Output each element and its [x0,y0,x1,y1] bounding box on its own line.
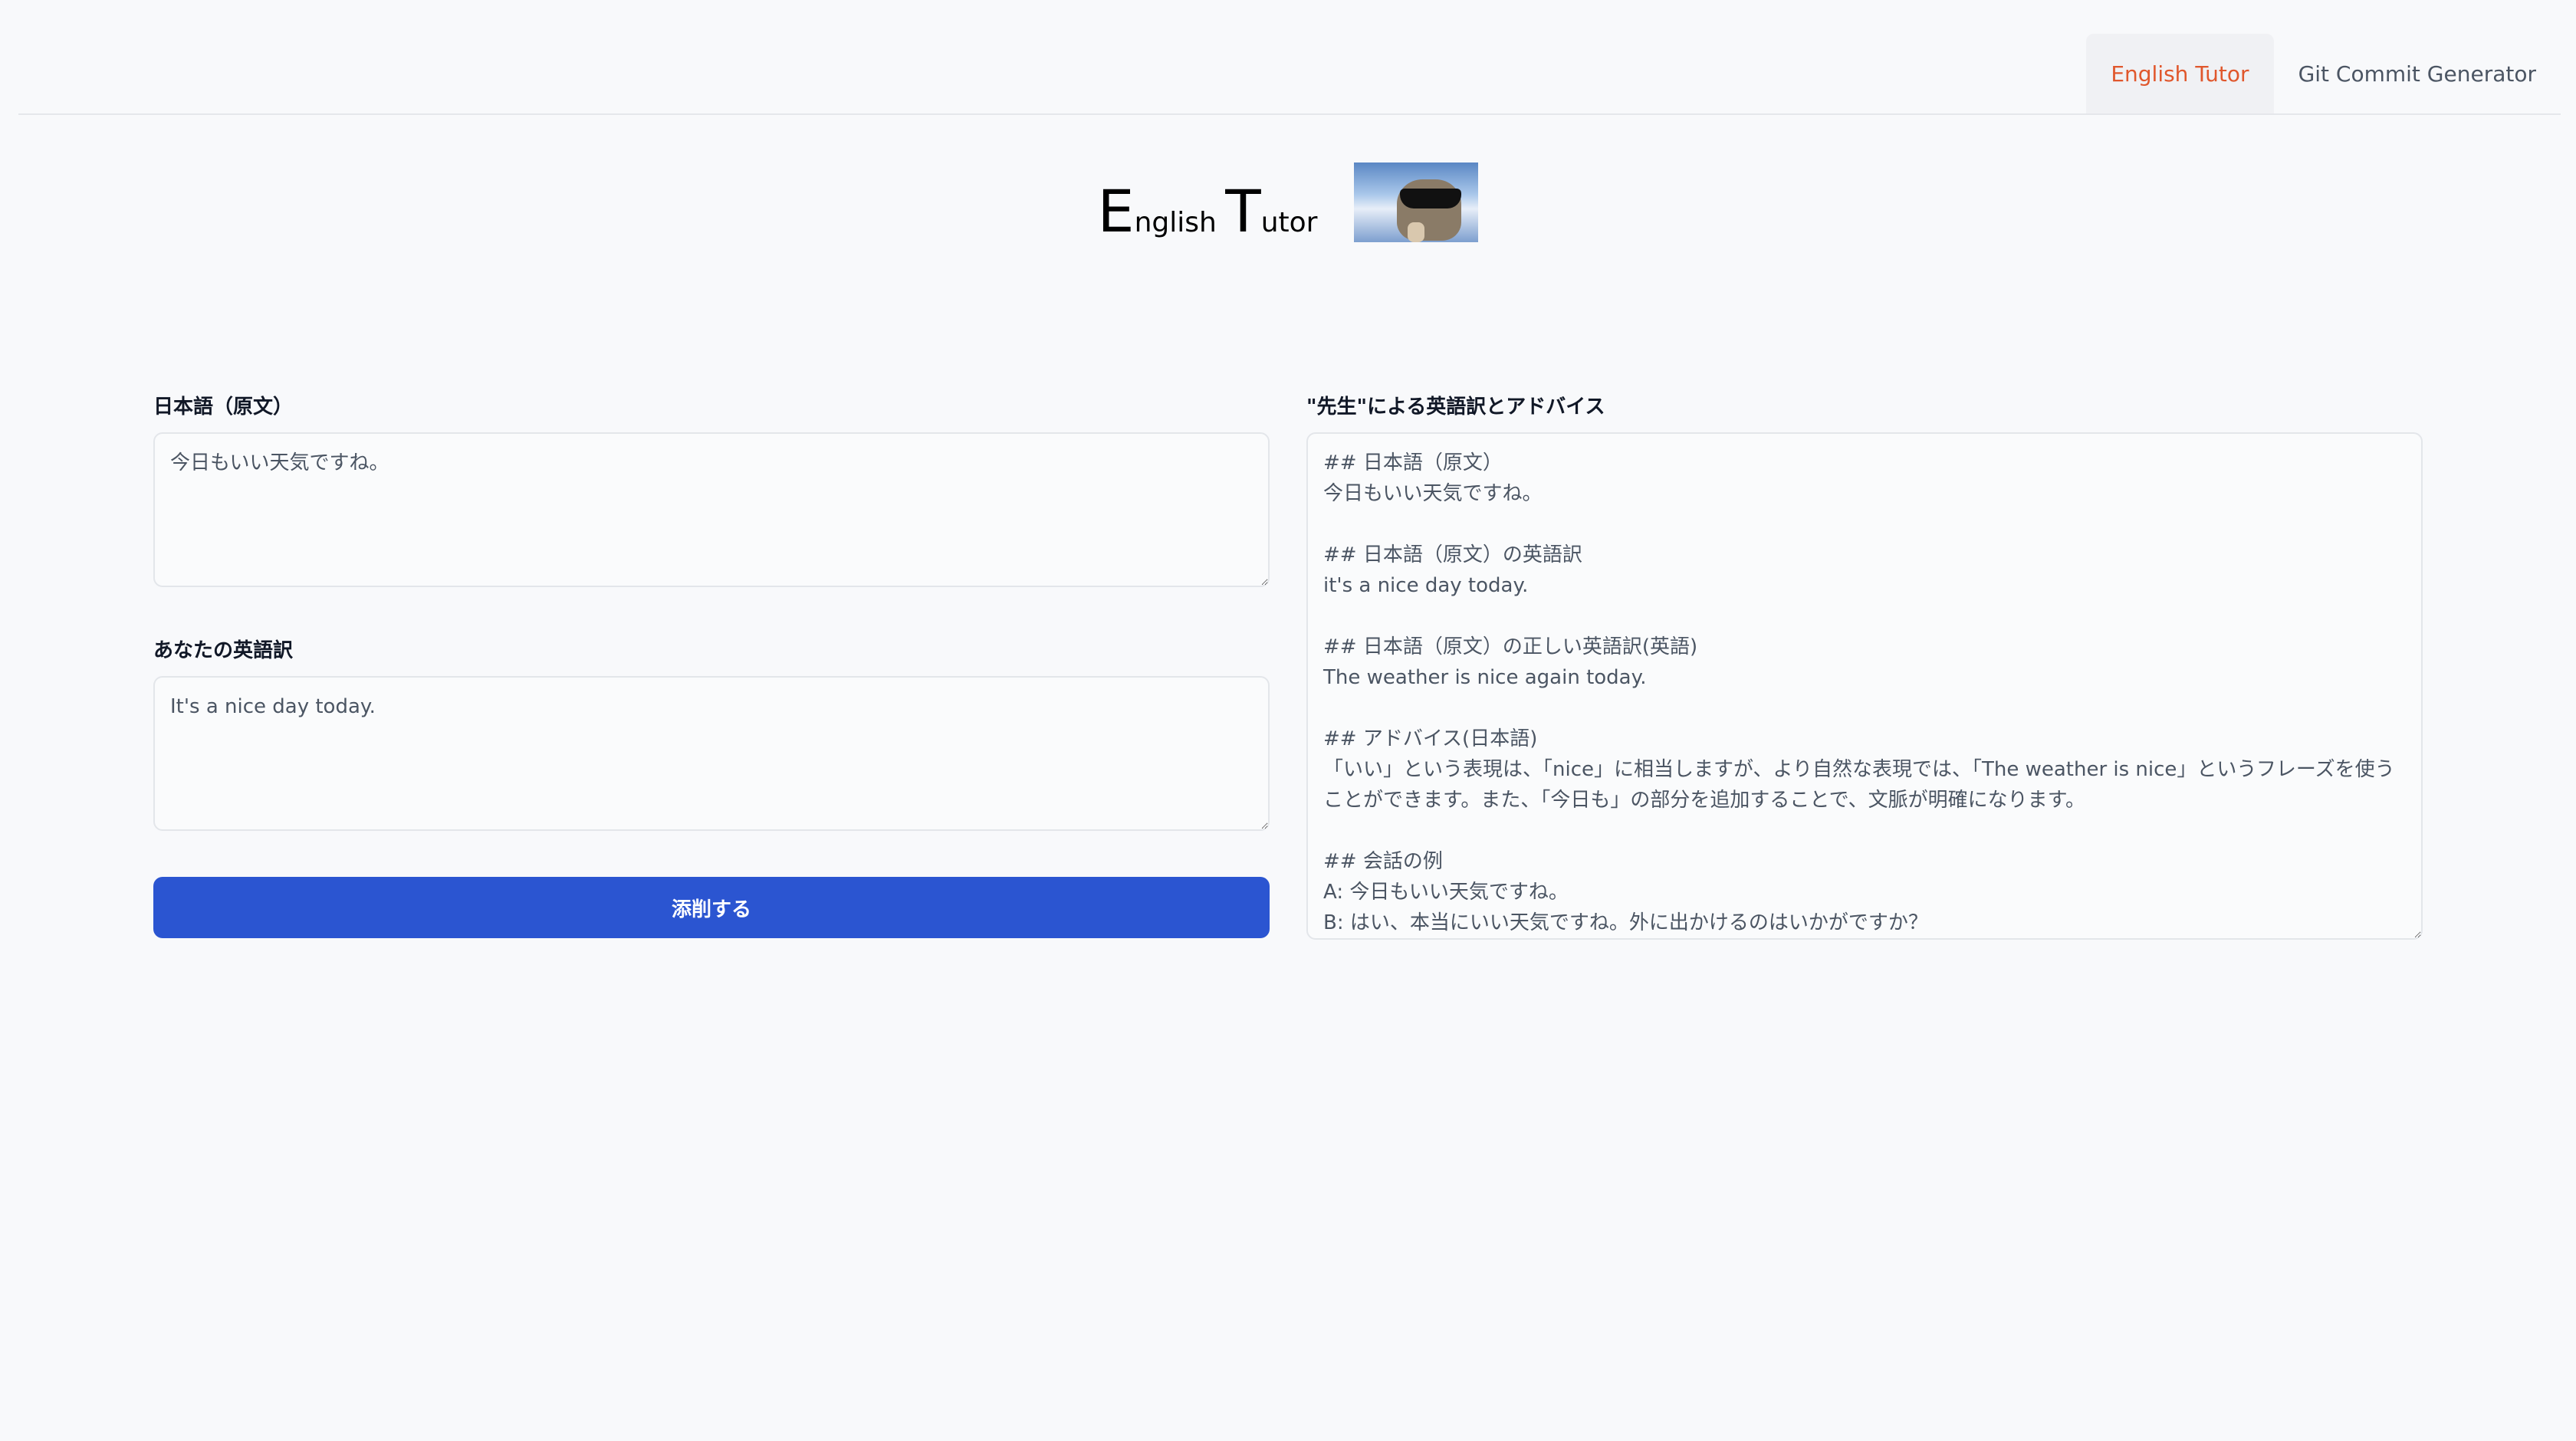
result-field[interactable]: ## 日本語（原文） 今日もいい天気ですね。 ## 日本語（原文）の英語訳 it… [1306,432,2423,940]
page-title: English Tutor [1098,182,1318,247]
title-letter-t: T [1225,177,1261,245]
result-column: "先生"による英語訳とアドバイス ## 日本語（原文） 今日もいい天気ですね。 … [1306,391,2423,940]
top-nav-bar: English Tutor Git Commit Generator [18,0,2561,115]
tab-git-commit-generator[interactable]: Git Commit Generator [2274,34,2561,113]
submit-correction-button[interactable]: 添削する [153,877,1270,938]
avatar-hand-shape [1408,222,1425,242]
sunglasses-icon [1400,189,1462,208]
title-letter-e: E [1097,177,1135,245]
original-text-label: 日本語（原文） [153,396,294,419]
tutor-avatar-image [1354,162,1479,242]
page-header: English Tutor [0,162,2576,247]
title-rest-tutor: utor [1260,207,1318,238]
nav-tabs: English Tutor Git Commit Generator [2086,34,2561,113]
original-text-field[interactable]: 今日もいい天気ですね。 [153,432,1270,587]
result-label: "先生"による英語訳とアドバイス [1306,396,1605,419]
translation-label: あなたの英語訳 [153,639,294,662]
title-rest-english: nglish [1134,207,1217,238]
input-column: 日本語（原文） 今日もいい天気ですね。 あなたの英語訳 It's a nice … [153,391,1270,938]
translation-field[interactable]: It's a nice day today. [153,676,1270,831]
tab-english-tutor[interactable]: English Tutor [2086,34,2274,113]
